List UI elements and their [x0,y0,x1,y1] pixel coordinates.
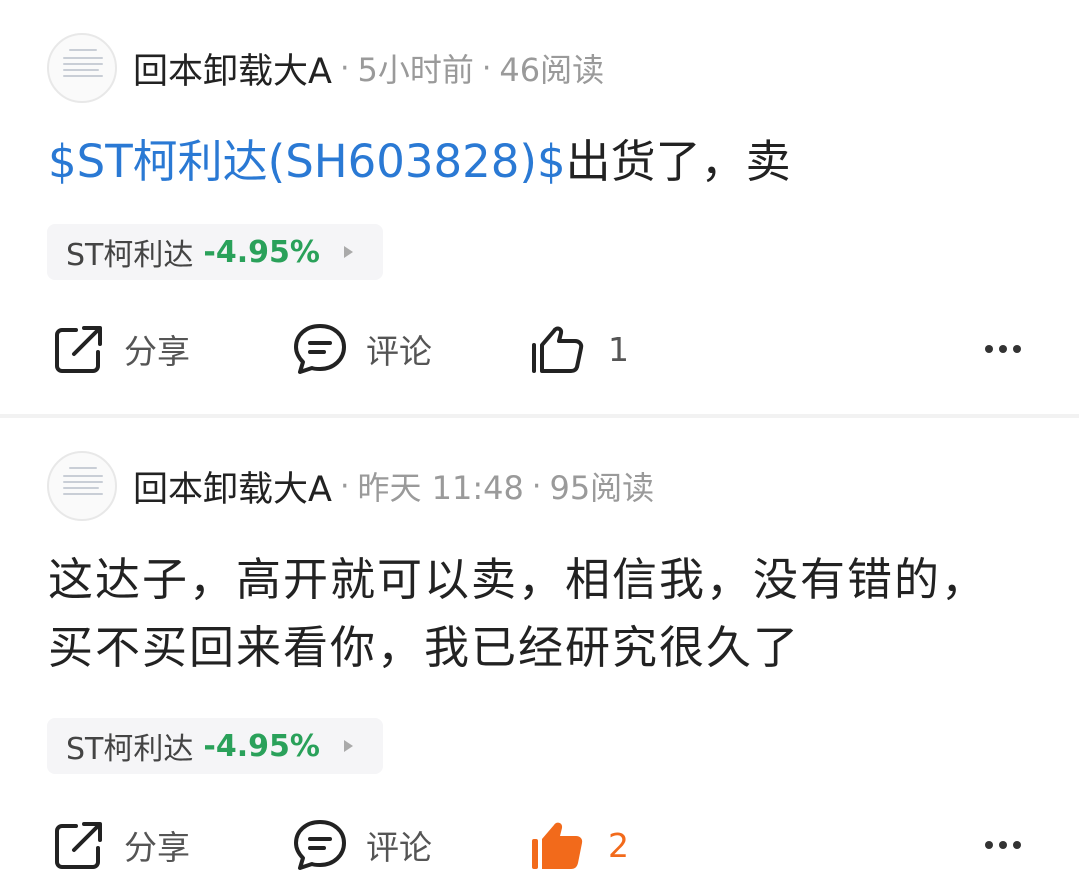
stock-tag-change: -4.95% [203,234,320,270]
more-icon-dot [1013,345,1021,353]
stock-tag[interactable]: ST柯利达 -4.95% [47,718,383,774]
stock-tag[interactable]: ST柯利达 -4.95% [47,224,383,280]
stock-tag-name: ST柯利达 [66,238,194,273]
thumbs-up-filled-icon [532,822,583,869]
more-button[interactable] [979,314,1021,384]
post-content[interactable]: 这达子，高开就可以卖，相信我，没有错的，买不买回来看你，我已经研究很久了 [48,546,1008,682]
post-content[interactable]: $ST柯利达(SH603828)$出货了，卖 [48,128,791,196]
stock-link[interactable]: $ST柯利达(SH603828)$ [48,135,566,188]
author-name[interactable]: 回本卸载大A [133,43,332,94]
read-count: 95阅读 [549,469,655,507]
post-time: 昨天 11:48 [357,469,524,507]
thumbs-up-icon [532,326,584,373]
like-button[interactable]: 2 [530,810,629,880]
stock-tag-change: -4.95% [203,728,320,764]
share-label: 分享 [124,332,190,371]
comment-button[interactable]: 评论 [292,314,432,384]
comment-label: 评论 [366,828,432,867]
post-text: 出货了，卖 [565,135,791,188]
share-icon [55,326,102,373]
like-button[interactable]: 1 [530,314,629,384]
more-icon-dot [999,345,1007,353]
post-text: 这达子，高开就可以卖，相信我，没有错的，买不买回来看你，我已经研究很久了 [48,553,989,674]
more-button[interactable] [979,810,1021,880]
chevron-right-icon [343,246,353,258]
action-bar: 分享 评论 1 [0,314,1079,384]
like-count: 2 [608,825,629,865]
read-count: 46阅读 [499,51,605,89]
comment-button[interactable]: 评论 [292,810,432,880]
share-button[interactable]: 分享 [52,810,190,880]
like-count: 1 [608,329,629,369]
author-name[interactable]: 回本卸载大A [133,461,332,512]
separator-dot: · [531,468,542,504]
comment-icon [294,820,346,870]
action-bar: 分享 评论 2 [0,810,1079,880]
separator-dot: · [339,468,350,504]
avatar[interactable] [47,451,117,521]
chevron-right-icon [343,740,353,752]
separator-dot: · [481,50,492,86]
post-header: 回本卸载大A · 5小时前 · 46阅读 [47,32,604,104]
more-icon-dot [999,841,1007,849]
avatar[interactable] [47,33,117,103]
share-label: 分享 [124,828,190,867]
more-icon-dot [1013,841,1021,849]
comment-label: 评论 [366,332,432,371]
post-time: 5小时前 [357,51,474,89]
comment-icon [294,324,346,374]
stock-tag-name: ST柯利达 [66,732,194,767]
separator-dot: · [339,50,350,86]
share-icon [55,822,102,869]
share-button[interactable]: 分享 [52,314,190,384]
more-icon-dot [985,841,993,849]
post-header: 回本卸载大A · 昨天 11:48 · 95阅读 [47,450,654,522]
post-card: 回本卸载大A · 5小时前 · 46阅读 $ST柯利达(SH603828)$出货… [0,0,1079,414]
post-card: 回本卸载大A · 昨天 11:48 · 95阅读 这达子，高开就可以卖，相信我，… [0,418,1079,875]
more-icon-dot [985,345,993,353]
